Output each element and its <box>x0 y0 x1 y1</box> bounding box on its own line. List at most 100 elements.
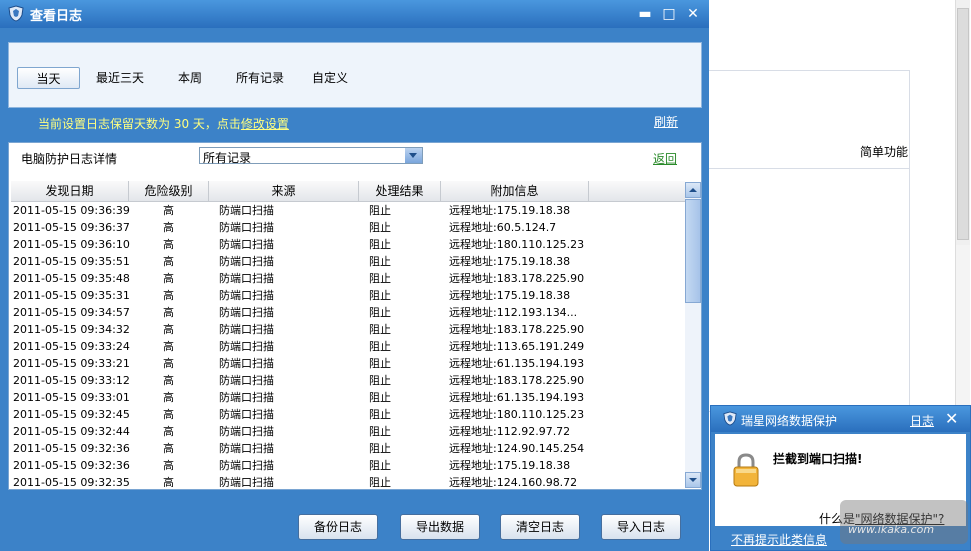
table-row[interactable]: 2011-05-15 09:32:35 高 防端口扫描 阻止 远程地址:124.160.… <box>11 474 685 487</box>
table-row[interactable]: 2011-05-15 09:32:44 高 防端口扫描 阻止 远程地址:112.92.9… <box>11 423 685 440</box>
cell-extra-info: 远程地址:183.178.225.90 <box>449 272 585 285</box>
cell-date: 2011-05-15 09:35:31 <box>13 289 130 302</box>
scroll-down-icon[interactable] <box>685 472 701 488</box>
log-content-panel: 电脑防护日志详情 所有记录 返回 发现日期 危险级别 来源 处理结果 附加信息 … <box>8 142 702 490</box>
chevron-down-icon[interactable] <box>405 148 422 163</box>
cell-risk-level: 高 <box>163 340 174 353</box>
table-scrollbar[interactable] <box>685 182 701 488</box>
cell-risk-level: 高 <box>163 391 174 404</box>
cell-source: 防端口扫描 <box>219 425 274 438</box>
log-window: 查看日志 ▬ □ ✕ 当天 最近三天 本周 所有记录 自定义 当前设置日志保留天… <box>0 0 709 551</box>
maximize-button[interactable]: □ <box>660 5 678 23</box>
cell-date: 2011-05-15 09:34:32 <box>13 323 130 336</box>
window-title: 查看日志 <box>30 9 83 24</box>
column-header-source[interactable]: 来源 <box>209 181 359 201</box>
log-filter-select[interactable]: 所有记录 <box>199 147 423 165</box>
cell-date: 2011-05-15 09:33:24 <box>13 340 130 353</box>
cell-source: 防端口扫描 <box>219 289 274 302</box>
cell-result: 阻止 <box>369 255 391 268</box>
watermark-text: www.ikaka.com <box>848 523 935 536</box>
cell-risk-level: 高 <box>163 442 174 455</box>
table-row[interactable]: 2011-05-15 09:35:31 高 防端口扫描 阻止 远程地址:175.19.1… <box>11 287 685 304</box>
column-header-extra-info[interactable]: 附加信息 <box>441 181 589 201</box>
cell-result: 阻止 <box>369 374 391 387</box>
cell-date: 2011-05-15 09:34:57 <box>13 306 130 319</box>
tab-all-records[interactable]: 所有记录 <box>227 67 293 89</box>
cell-extra-info: 远程地址:175.19.18.38 <box>449 255 571 268</box>
background-scrollbar-thumb[interactable] <box>957 8 969 240</box>
table-row[interactable]: 2011-05-15 09:33:24 高 防端口扫描 阻止 远程地址:113.65.1… <box>11 338 685 355</box>
scroll-up-icon[interactable] <box>685 182 701 198</box>
back-link[interactable]: 返回 <box>653 150 677 167</box>
tab-custom[interactable]: 自定义 <box>305 67 355 89</box>
cell-extra-info: 远程地址:180.110.125.23 <box>449 238 585 251</box>
table-row[interactable]: 2011-05-15 09:36:39 高 防端口扫描 阻止 远程地址:175.19.1… <box>11 202 685 219</box>
table-row[interactable]: 2011-05-15 09:36:10 高 防端口扫描 阻止 远程地址:180.110.… <box>11 236 685 253</box>
dont-show-again-link[interactable]: 不再提示此类信息 <box>731 531 827 548</box>
table-header: 发现日期 危险级别 来源 处理结果 附加信息 <box>11 181 685 202</box>
backup-log-button[interactable]: 备份日志 <box>298 514 378 540</box>
cell-source: 防端口扫描 <box>219 306 274 319</box>
modify-settings-link[interactable]: 修改设置 <box>241 117 289 131</box>
cell-date: 2011-05-15 09:33:12 <box>13 374 130 387</box>
cell-result: 阻止 <box>369 442 391 455</box>
cell-source: 防端口扫描 <box>219 204 274 217</box>
table-row[interactable]: 2011-05-15 09:32:45 高 防端口扫描 阻止 远程地址:180.110.… <box>11 406 685 423</box>
cell-risk-level: 高 <box>163 289 174 302</box>
popup-log-link[interactable]: 日志 <box>910 412 934 429</box>
cell-extra-info: 远程地址:124.90.145.254 <box>449 442 585 455</box>
table-row[interactable]: 2011-05-15 09:35:51 高 防端口扫描 阻止 远程地址:175.19.1… <box>11 253 685 270</box>
shield-icon <box>8 5 24 22</box>
title-bar[interactable]: 查看日志 ▬ □ ✕ <box>0 0 709 28</box>
table-row[interactable]: 2011-05-15 09:32:36 高 防端口扫描 阻止 远程地址:124.90.1… <box>11 440 685 457</box>
cell-risk-level: 高 <box>163 204 174 217</box>
clear-log-button[interactable]: 清空日志 <box>500 514 580 540</box>
cell-result: 阻止 <box>369 357 391 370</box>
cell-source: 防端口扫描 <box>219 442 274 455</box>
cell-source: 防端口扫描 <box>219 340 274 353</box>
retention-notice-text: 当前设置日志保留天数为 30 天，点击 <box>38 117 241 131</box>
tab-this-week[interactable]: 本周 <box>167 67 213 89</box>
popup-message: 拦截到端口扫描! <box>773 452 863 466</box>
cell-source: 防端口扫描 <box>219 255 274 268</box>
column-header-risk-level[interactable]: 危险级别 <box>129 181 209 201</box>
import-log-button[interactable]: 导入日志 <box>601 514 681 540</box>
background-scrollbar-lower <box>955 245 970 405</box>
cell-date: 2011-05-15 09:35:48 <box>13 272 130 285</box>
table-row[interactable]: 2011-05-15 09:34:32 高 防端口扫描 阻止 远程地址:183.178.… <box>11 321 685 338</box>
cell-source: 防端口扫描 <box>219 459 274 472</box>
cell-result: 阻止 <box>369 425 391 438</box>
popup-close-icon[interactable]: ✕ <box>945 409 958 428</box>
refresh-link[interactable]: 刷新 <box>654 113 678 130</box>
cell-source: 防端口扫描 <box>219 238 274 251</box>
table-row[interactable]: 2011-05-15 09:32:36 高 防端口扫描 阻止 远程地址:175.19.1… <box>11 457 685 474</box>
minimize-button[interactable]: ▬ <box>636 5 654 23</box>
export-data-button[interactable]: 导出数据 <box>400 514 480 540</box>
table-row[interactable]: 2011-05-15 09:34:57 高 防端口扫描 阻止 远程地址:112.193.… <box>11 304 685 321</box>
cell-extra-info: 远程地址:175.19.18.38 <box>449 204 571 217</box>
close-button[interactable]: ✕ <box>684 5 702 23</box>
shield-icon <box>723 411 737 426</box>
cell-risk-level: 高 <box>163 323 174 336</box>
cell-date: 2011-05-15 09:35:51 <box>13 255 130 268</box>
cell-extra-info: 远程地址:183.178.225.90 <box>449 374 585 387</box>
table-row[interactable]: 2011-05-15 09:33:01 高 防端口扫描 阻止 远程地址:61.135.1… <box>11 389 685 406</box>
table-row[interactable]: 2011-05-15 09:35:48 高 防端口扫描 阻止 远程地址:183.178.… <box>11 270 685 287</box>
cell-risk-level: 高 <box>163 272 174 285</box>
tab-today[interactable]: 当天 <box>17 67 80 89</box>
table-row[interactable]: 2011-05-15 09:33:12 高 防端口扫描 阻止 远程地址:183.178.… <box>11 372 685 389</box>
cell-result: 阻止 <box>369 340 391 353</box>
cell-risk-level: 高 <box>163 408 174 421</box>
table-row[interactable]: 2011-05-15 09:36:37 高 防端口扫描 阻止 远程地址:60.5.124… <box>11 219 685 236</box>
log-table-body: 2011-05-15 09:36:39 高防端口扫描 阻止 远程地址:175.19.1… <box>11 202 685 487</box>
popup-title: 瑞星网络数据保护 <box>741 414 838 428</box>
cell-date: 2011-05-15 09:32:36 <box>13 459 130 472</box>
column-header-result[interactable]: 处理结果 <box>359 181 441 201</box>
cell-date: 2011-05-15 09:36:10 <box>13 238 130 251</box>
date-range-tabs: 当天 最近三天 本周 所有记录 自定义 <box>8 42 702 108</box>
scrollbar-thumb[interactable] <box>685 199 701 303</box>
column-header-date[interactable]: 发现日期 <box>11 181 129 201</box>
cell-result: 阻止 <box>369 272 391 285</box>
table-row[interactable]: 2011-05-15 09:33:21 高 防端口扫描 阻止 远程地址:61.135.1… <box>11 355 685 372</box>
tab-last-three-days[interactable]: 最近三天 <box>89 67 151 89</box>
